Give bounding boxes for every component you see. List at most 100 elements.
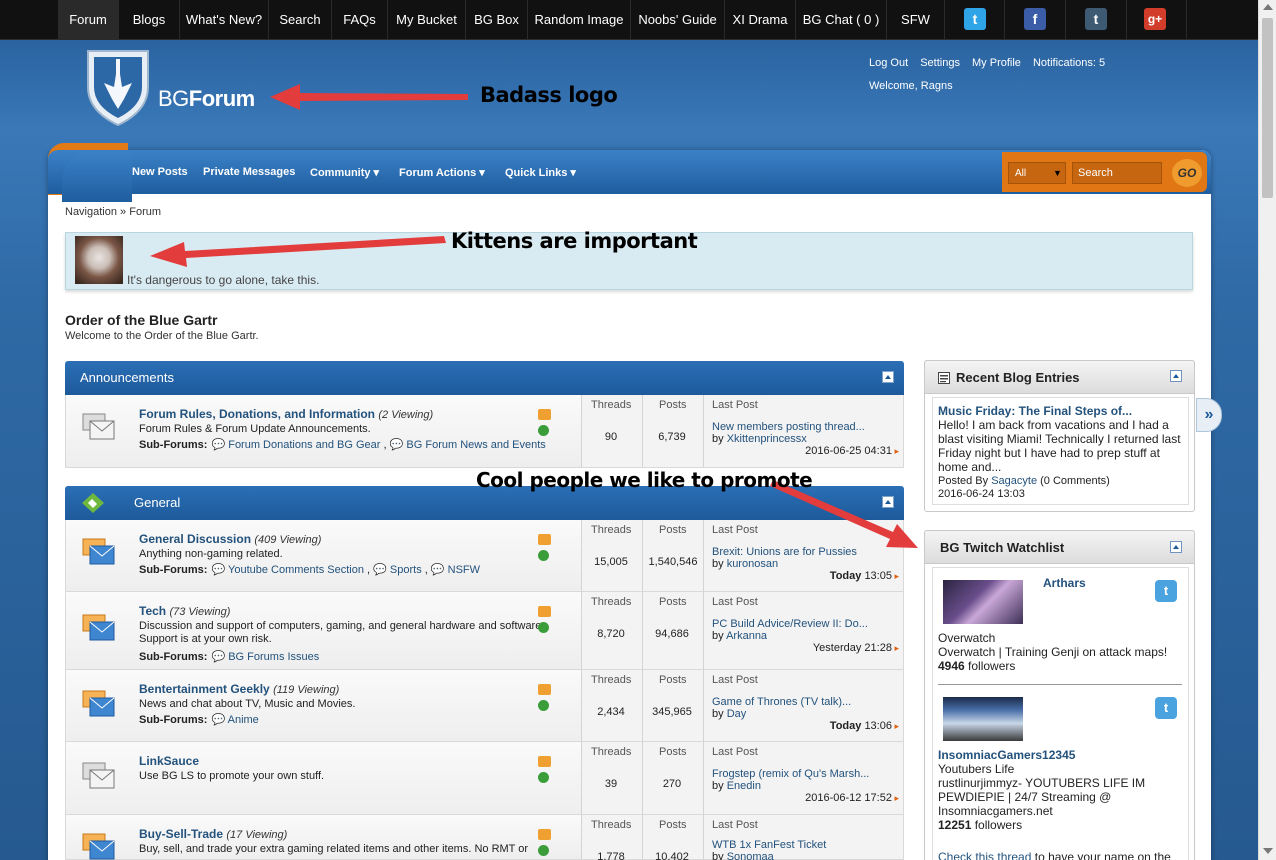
rss-icon[interactable] [538, 829, 551, 840]
sub-forum-link[interactable]: Anime [228, 714, 259, 726]
tab-facebook[interactable]: f [1005, 0, 1066, 40]
last-post-date[interactable]: Today 13:06 [709, 720, 899, 732]
sub-forum-link[interactable]: Sports [390, 564, 422, 576]
username-link[interactable]: Ragns [921, 80, 953, 92]
collapse-icon[interactable] [882, 371, 894, 383]
tab-twitter[interactable]: t [945, 0, 1005, 40]
sub-forum-link[interactable]: Forum Donations and BG Gear [228, 439, 380, 451]
last-post-title[interactable]: Frogstep (remix of Qu's Marsh... [712, 768, 869, 780]
forum-name-text[interactable]: LinkSauce [139, 754, 199, 768]
rss-icon[interactable] [538, 606, 551, 617]
streamer-name[interactable]: InsomniacGamers12345 [938, 748, 1075, 762]
bgforum-logo-icon[interactable] [84, 47, 152, 127]
streamer-name[interactable]: Arthars [1043, 576, 1086, 590]
last-post-title[interactable]: PC Build Advice/Review II: Do... [712, 618, 868, 630]
tab-whats-new[interactable]: What's New? [180, 0, 269, 40]
tab-my-bucket[interactable]: My Bucket [388, 0, 466, 40]
tab-noobs-guide[interactable]: Noobs' Guide [631, 0, 725, 40]
logout-link[interactable]: Log Out [869, 57, 908, 69]
forum-name[interactable]: Bentertainment Geekly (119 Viewing) [139, 682, 339, 696]
tab-bg-box[interactable]: BG Box [466, 0, 528, 40]
collapse-icon[interactable] [882, 496, 894, 508]
notifications-link[interactable]: Notifications: 5 [1033, 57, 1105, 69]
forum-name[interactable]: Forum Rules, Donations, and Information … [139, 407, 433, 421]
last-post-title[interactable]: WTB 1x FanFest Ticket [712, 839, 826, 851]
last-post-date[interactable]: Today 13:05 [709, 570, 899, 582]
vertical-scrollbar[interactable] [1258, 0, 1276, 860]
nav-new-posts[interactable]: New Posts [132, 166, 188, 178]
nav-private-messages[interactable]: Private Messages [203, 166, 295, 178]
stream-game: Youtubers Life [938, 762, 1015, 776]
forum-name[interactable]: Tech (73 Viewing) [139, 604, 230, 618]
tab-random-image[interactable]: Random Image [528, 0, 631, 40]
sub-forum-link[interactable]: NSFW [448, 564, 480, 576]
collapse-icon[interactable] [1170, 370, 1182, 382]
collapse-icon[interactable] [1170, 541, 1182, 553]
check-thread-link[interactable]: Check this thread [938, 850, 1031, 860]
forum-name[interactable]: General Discussion (409 Viewing) [139, 532, 321, 546]
tab-forum[interactable]: Forum [58, 0, 119, 40]
nav-forum-actions[interactable]: Forum Actions ▾ [399, 166, 485, 179]
category-title: Announcements [80, 370, 174, 385]
tab-xi-drama[interactable]: XI Drama [725, 0, 796, 40]
scroll-down-icon[interactable] [1263, 848, 1273, 854]
comment-count[interactable]: (0 Comments) [1040, 475, 1110, 487]
twitter-icon[interactable]: t [1155, 697, 1177, 719]
last-post-title[interactable]: Brexit: Unions are for Pussies [712, 546, 857, 558]
blog-entry-title[interactable]: Music Friday: The Final Steps of... [938, 404, 1132, 418]
rss-icon[interactable] [538, 684, 551, 695]
tab-bg-chat[interactable]: BG Chat ( 0 ) [796, 0, 887, 40]
settings-link[interactable]: Settings [920, 57, 960, 69]
forum-name-text[interactable]: General Discussion [139, 532, 251, 546]
user-link[interactable]: Sonomaa [727, 851, 774, 860]
blog-author-link[interactable]: Sagacyte [991, 475, 1037, 487]
user-link[interactable]: Day [727, 708, 747, 720]
tab-googleplus[interactable]: g+ [1127, 0, 1187, 40]
forum-name[interactable]: LinkSauce [139, 754, 199, 768]
search-scope-select[interactable]: All ▼ [1008, 162, 1066, 184]
tab-search[interactable]: Search [269, 0, 332, 40]
sub-forum-link[interactable]: BG Forums Issues [228, 651, 319, 663]
posts-header: Posts [659, 399, 687, 411]
rss-icon[interactable] [538, 756, 551, 767]
breadcrumb-navigation[interactable]: Navigation [65, 206, 117, 218]
tab-faqs[interactable]: FAQs [332, 0, 388, 40]
tab-sfw[interactable]: SFW [887, 0, 945, 40]
sub-forum-link[interactable]: Youtube Comments Section [228, 564, 364, 576]
logo-text[interactable]: BGForum [158, 86, 255, 112]
forum-name[interactable]: Buy-Sell-Trade (17 Viewing) [139, 827, 287, 841]
last-post-date[interactable]: 2016-06-12 17:52 [709, 792, 899, 804]
my-profile-link[interactable]: My Profile [972, 57, 1021, 69]
last-post-title[interactable]: New members posting thread... [712, 421, 865, 433]
forum-name-text[interactable]: Tech [139, 604, 166, 618]
annotation-promote: Cool people we like to promote [476, 468, 813, 492]
user-link[interactable]: Enedin [727, 780, 761, 792]
scroll-thumb[interactable] [1262, 18, 1273, 198]
category-header-announcements[interactable]: Announcements [65, 361, 904, 395]
rss-icon[interactable] [538, 409, 551, 420]
tab-tumblr[interactable]: t [1066, 0, 1127, 40]
search-input[interactable]: Search [1072, 162, 1162, 184]
search-go-button[interactable]: GO [1172, 159, 1202, 187]
forum-name-text[interactable]: Buy-Sell-Trade [139, 827, 223, 841]
forum-name-text[interactable]: Bentertainment Geekly [139, 682, 270, 696]
rss-icon[interactable] [538, 534, 551, 545]
last-post-date[interactable]: 2016-06-25 04:31 [709, 445, 899, 457]
scroll-up-icon[interactable] [1263, 4, 1273, 10]
sub-forum-link[interactable]: BG Forum News and Events [406, 439, 545, 451]
nav-community[interactable]: Community ▾ [310, 166, 379, 179]
sub-forums-label: Sub-Forums: [139, 651, 208, 663]
user-link[interactable]: Xkittenprincessx [727, 433, 807, 445]
forum-name-text[interactable]: Forum Rules, Donations, and Information [139, 407, 375, 421]
user-link[interactable]: kuronosan [727, 558, 778, 570]
forum-new-posts-envelope-icon [82, 833, 115, 860]
last-post-title[interactable]: Game of Thrones (TV talk)... [712, 696, 851, 708]
tab-blogs[interactable]: Blogs [119, 0, 180, 40]
stream-thumbnail[interactable] [943, 697, 1023, 741]
user-link[interactable]: Arkanna [726, 630, 767, 642]
twitter-icon[interactable]: t [1155, 580, 1177, 602]
stream-thumbnail[interactable] [943, 580, 1023, 624]
nav-quick-links[interactable]: Quick Links ▾ [505, 166, 576, 179]
last-post-date[interactable]: Yesterday 21:28 [709, 642, 899, 654]
date-today: Today [829, 570, 862, 582]
